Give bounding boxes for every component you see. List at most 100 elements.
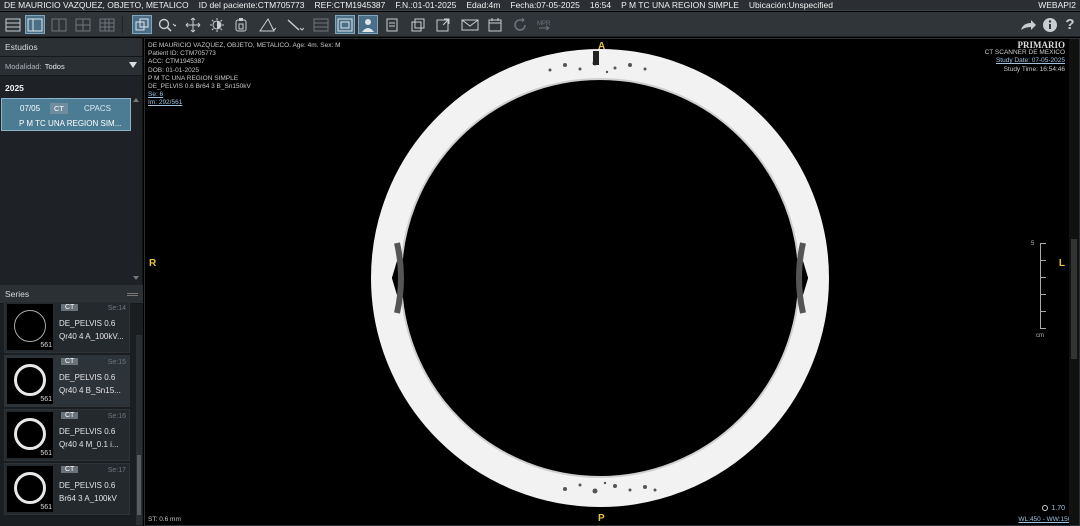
overlay-study-date[interactable]: Study Date: 07-05-2025 [985,57,1065,65]
layout-2x2-icon[interactable] [73,15,93,34]
series-layout-icon[interactable] [132,15,152,34]
overlay-study: P M TC UNA REGION SIMPLE [148,74,239,82]
overlay-brand: PRIMARIO [1017,40,1066,50]
ct-scan-image [371,49,829,507]
series-name: DE_PELVIS 0.6 [59,427,116,436]
overlay-top-left: DE MAURICIO VAZQUEZ, OBJETO, METALICO. A… [148,42,341,108]
series-item[interactable]: 561 CT Se:16 DE_PELVIS 0.6 Qr40 4 M_0.1 … [4,409,130,461]
orientation-posterior: P [598,513,605,524]
series-panel: Series 561 CT Se:14 DE_PELVIS 0.6 Qr40 4… [0,285,143,526]
help-icon[interactable]: ? [1060,15,1080,34]
series-scrollbar[interactable] [136,335,142,525]
overlay-series-link[interactable]: Se: 6 [148,91,341,99]
window-level-readout[interactable]: WL:450 - WW:1500 [1018,516,1075,523]
orientation-right: R [149,258,157,269]
export-icon[interactable] [382,15,402,34]
series-count: 561 [40,396,52,403]
studies-header: Estudios [0,38,142,57]
series-header-label: Series [5,289,30,299]
orientation-left: L [1058,258,1065,269]
study-card[interactable]: 07/05 CT CPACS P M TC UNA REGION SIM... [1,98,131,131]
cine-icon[interactable] [231,15,251,34]
overlay-image-link[interactable]: Im: 292/561 [148,99,341,107]
series-modality: CT [61,304,79,311]
overlay-series-desc: DE_PELVIS 0.6 Br64 3 B_Sn150kV [148,83,251,91]
share-right-icon[interactable] [1018,15,1038,34]
studies-scroll-up[interactable] [133,98,139,102]
image-scrollbar[interactable] [1069,39,1079,525]
overlay-dob: DOB: 01-01-2025 [148,66,199,74]
email-icon[interactable] [460,15,480,34]
measure-angle-icon[interactable] [257,15,277,34]
series-description: Br64 3 A_100kV [59,494,117,503]
series-description: Qr40 4 M_0.1 i... [59,440,119,449]
overlay-patient: DE MAURICIO VAZQUEZ, OBJETO, METALICO. A… [148,42,341,49]
series-name: DE_PELVIS 0.6 [59,373,116,382]
series-modality: CT [61,412,79,419]
overlay-top-right: PRIMARIO CT SCANNER DE MEXICO Study Date… [985,40,1066,74]
series-description: Qr40 4 B_Sn15... [59,386,121,395]
series-thumbnail: 561 [7,412,53,458]
reference-number: REF:CTM1945387 [314,0,386,10]
layout-grid-icon[interactable] [3,15,23,34]
series-thumbnail: 561 [7,466,53,512]
study-card-description: P M TC UNA REGION SIM... [19,119,122,128]
window-level-icon[interactable] [207,15,227,34]
zoom-indicator[interactable]: 1.70 [1042,505,1065,512]
frame-icon[interactable] [335,15,355,34]
sidebar: Estudios Modalidad: Todos 2025 07/05 CT C… [0,38,143,526]
study-date: Fecha:07-05-2025 [510,0,580,10]
series-number: Se:15 [107,359,126,366]
reset-icon[interactable] [510,15,530,34]
patient-name: DE MAURICIO VAZQUEZ, OBJETO, METALICO [4,0,189,10]
series-description: Qr40 4 A_100kV... [59,332,124,341]
reference-lines-icon[interactable] [311,15,331,34]
orientation-anterior: A [598,41,606,52]
panel-grip-icon[interactable] [127,293,138,296]
compare-icon[interactable] [433,15,453,34]
series-item[interactable]: 561 CT Se:14 DE_PELVIS 0.6 Qr40 4 A_100k… [4,301,130,353]
copy-icon[interactable] [408,15,428,34]
series-name: DE_PELVIS 0.6 [59,481,116,490]
series-thumbnail: 561 [7,304,53,350]
modality-filter[interactable]: Modalidad: Todos [0,57,142,76]
title-bar: DE MAURICIO VAZQUEZ, OBJETO, METALICO ID… [0,0,1080,11]
pan-icon[interactable] [183,15,203,34]
filter-icon[interactable] [129,62,137,68]
patient-age: Edad:4m [466,0,501,10]
app-name: WEBAPI2 [1038,0,1076,10]
study-card-modality: CT [50,103,68,114]
overlay-accession: ACC: CTM1945387 [148,58,205,66]
filter-value: Todos [44,62,65,71]
year-group: 2025 [5,83,24,93]
anonymize-icon[interactable] [358,15,378,34]
layout-split-icon[interactable] [25,15,45,34]
ruler-label: 5 [1031,241,1035,247]
series-number: Se:14 [107,305,126,312]
study-description: P M TC UNA REGION SIMPLE [621,0,739,10]
layout-1x2-icon[interactable] [49,15,69,34]
measure-line-icon[interactable] [285,15,305,34]
studies-scroll-down[interactable] [133,276,139,280]
mpr-icon[interactable]: MPR [534,15,554,34]
birth-date: F.N.:01-01-2025 [395,0,457,10]
image-viewport[interactable]: DE MAURICIO VAZQUEZ, OBJETO, METALICO. A… [144,38,1080,526]
series-modality: CT [61,466,79,473]
series-count: 561 [40,450,52,457]
layout-3x3-icon[interactable] [97,15,117,34]
series-item[interactable]: 561 CT Se:17 DE_PELVIS 0.6 Br64 3 A_100k… [4,463,130,515]
report-icon[interactable] [485,15,505,34]
zoom-icon[interactable] [157,15,177,34]
series-name: DE_PELVIS 0.6 [59,319,116,328]
filter-label: Modalidad: [5,62,42,71]
zoom-value: 1.70 [1051,505,1065,512]
overlay-study-time: Study Time: 16:54:46 [1003,65,1065,73]
study-card-source: CPACS [84,104,111,113]
series-number: Se:17 [107,467,126,474]
info-icon[interactable] [1040,15,1060,34]
series-number: Se:16 [107,413,126,420]
series-item[interactable]: 561 CT Se:15 DE_PELVIS 0.6 Qr40 4 B_Sn15… [4,355,130,407]
zoom-icon [1042,505,1049,511]
ruler-unit: cm [1036,333,1044,339]
study-time: 16:54 [589,0,612,10]
